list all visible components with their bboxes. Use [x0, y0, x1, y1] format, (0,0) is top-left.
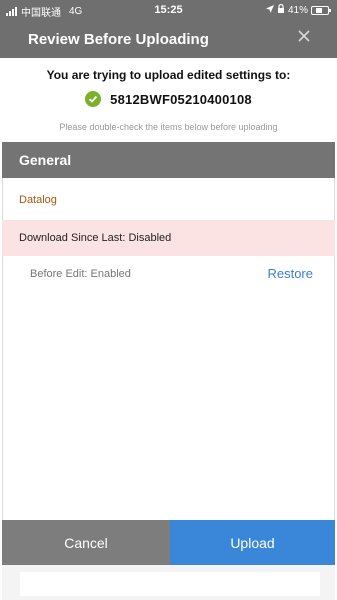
changed-setting-row: Download Since Last: Disabled: [2, 220, 335, 256]
cancel-button[interactable]: Cancel: [2, 520, 170, 565]
lock-rotation-icon: [277, 3, 285, 16]
close-icon[interactable]: [295, 28, 313, 46]
group-label-datalog: Datalog: [19, 194, 57, 206]
upload-target-title: You are trying to upload edited settings…: [46, 68, 291, 82]
status-bar: 中国联通 4G 15:25 41%: [0, 0, 337, 20]
battery-fill: [316, 7, 322, 13]
restore-link[interactable]: Restore: [267, 266, 313, 281]
battery-percent: 41%: [287, 4, 308, 16]
upload-button[interactable]: Upload: [170, 520, 335, 565]
location-arrow-icon: [265, 4, 274, 16]
review-hint: Please double-check the items below befo…: [59, 122, 278, 132]
header: Review Before Uploading: [0, 20, 337, 58]
section-header-general: General: [2, 142, 335, 178]
page-title: Review Before Uploading: [28, 31, 209, 48]
device-id: 5812BWF05210400108: [110, 91, 252, 107]
screen: 中国联通 4G 15:25 41% Review Before Uploadin…: [0, 0, 337, 600]
check-circle-icon: [85, 91, 102, 107]
bottom-panel: [20, 572, 320, 596]
status-right: 41%: [263, 3, 331, 16]
device-row: 5812BWF05210400108: [0, 91, 337, 107]
changed-setting-value: Download Since Last: Disabled: [19, 232, 172, 244]
section-title: General: [19, 152, 72, 168]
battery-icon: [311, 5, 331, 15]
before-edit-value: Before Edit: Enabled: [30, 268, 131, 280]
